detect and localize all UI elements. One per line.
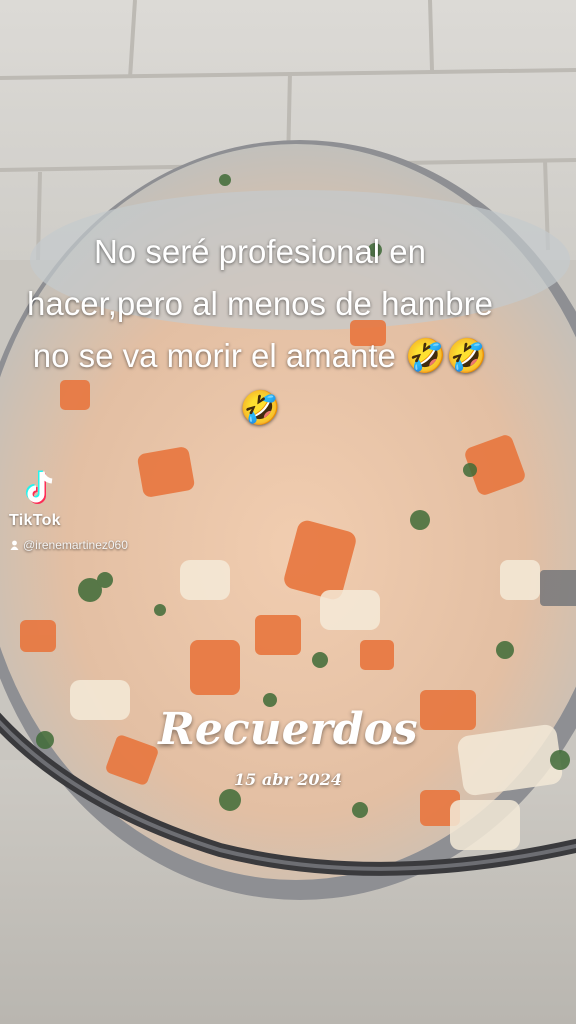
tiktok-brand-label: TikTok — [9, 512, 61, 529]
tiktok-username-text: @irenemartinez060 — [23, 538, 128, 552]
soup-pot-photo — [0, 0, 576, 1024]
photo-stage: No seré profesional en hacer,pero al men… — [0, 0, 576, 1024]
tiktok-username: @irenemartinez060 — [10, 538, 128, 552]
overlay-caption: No seré profesional en hacer,pero al men… — [27, 233, 493, 426]
user-icon — [10, 540, 19, 550]
memories-date: 15 abr 2024 — [234, 770, 342, 789]
tiktok-logo-icon — [26, 470, 53, 504]
memories-title: Recuerdos — [158, 704, 418, 755]
